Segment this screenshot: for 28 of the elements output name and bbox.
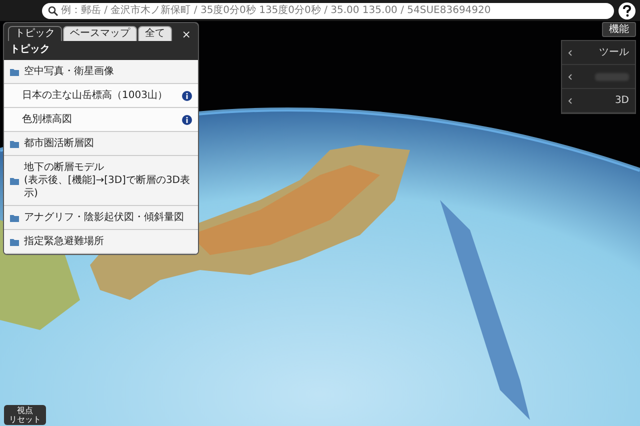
info-icon[interactable] bbox=[182, 90, 192, 100]
folder-item[interactable]: アナグリフ・陰影起伏図・傾斜量図 bbox=[4, 206, 198, 230]
info-icon[interactable] bbox=[182, 114, 192, 124]
function-button[interactable]: 機能 bbox=[602, 22, 636, 37]
folder-icon bbox=[10, 176, 19, 184]
chevron-left-icon bbox=[568, 74, 572, 80]
menu-item[interactable]: 3D bbox=[562, 89, 635, 113]
folder-item[interactable]: 都市圏活断層図 bbox=[4, 132, 198, 156]
search-field[interactable]: 例：郵岳 / 金沢市木ノ新保町 / 35度0分0秒 135度0分0秒 / 35.00 135.00 / 54SUE83694920 bbox=[42, 2, 614, 18]
layer-item[interactable]: 色別標高図 bbox=[4, 108, 198, 132]
help-icon[interactable] bbox=[618, 2, 636, 20]
folder-item[interactable]: 空中写真・衛星画像 bbox=[4, 60, 198, 84]
panel-tab[interactable]: トピック bbox=[8, 26, 62, 41]
panel-tab[interactable]: 全て bbox=[138, 26, 172, 41]
chevron-left-icon bbox=[568, 98, 572, 104]
folder-icon bbox=[10, 238, 19, 246]
chevron-left-icon bbox=[568, 50, 572, 56]
view-reset-button[interactable]: 視点 リセット bbox=[4, 405, 46, 425]
panel-heading: トピック bbox=[10, 44, 50, 55]
layer-item[interactable]: 日本の主な山岳標高（1003山） bbox=[4, 84, 198, 108]
menu-item[interactable]: ツール bbox=[562, 41, 635, 65]
folder-icon bbox=[10, 68, 19, 76]
folder-item[interactable]: 指定緊急避難場所 bbox=[4, 230, 198, 254]
folder-item[interactable]: 地下の断層モデル (表示後、[機能]→[3D]で断層の3D表示) bbox=[4, 156, 198, 206]
panel-tab[interactable]: ベースマップ bbox=[63, 26, 137, 41]
folder-icon bbox=[10, 140, 19, 148]
search-icon bbox=[48, 6, 58, 16]
close-button[interactable]: × bbox=[178, 29, 194, 41]
